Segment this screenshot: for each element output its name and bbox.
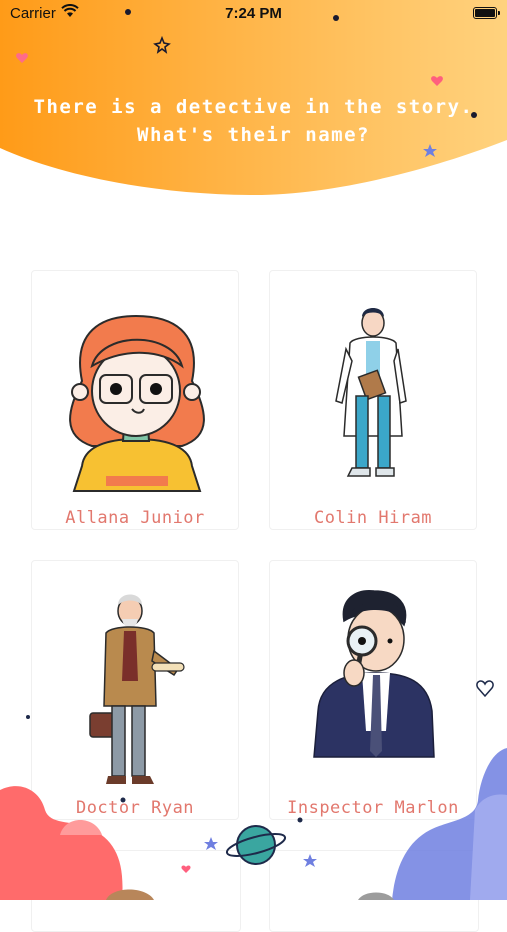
answer-option-colin-hiram[interactable]: Colin Hiram (269, 270, 477, 530)
scientist-portrait-icon (335, 308, 407, 477)
answer-option-partial-left[interactable] (31, 850, 241, 932)
answer-option-partial-right[interactable] (269, 850, 479, 932)
professor-portrait-icon (89, 594, 185, 784)
girl-portrait-icon (69, 314, 205, 492)
question-text: There is a detective in the story. What'… (33, 96, 474, 146)
battery-icon (473, 7, 500, 19)
option-label: Inspector Marlon (287, 798, 459, 818)
option-label: Colin Hiram (313, 508, 433, 528)
detective-portrait-icon (313, 590, 435, 758)
answer-option-inspector-marlon[interactable]: Inspector Marlon (269, 560, 477, 820)
answer-option-doctor-ryan[interactable]: Doctor Ryan (31, 560, 239, 820)
clock: 7:24 PM (225, 5, 282, 22)
answer-option-allana-junior[interactable]: Allana Junior (31, 270, 239, 530)
option-label: Doctor Ryan (75, 798, 195, 818)
status-bar: Carrier 7:24 PM (0, 0, 507, 28)
option-label: Allana Junior (65, 508, 205, 528)
